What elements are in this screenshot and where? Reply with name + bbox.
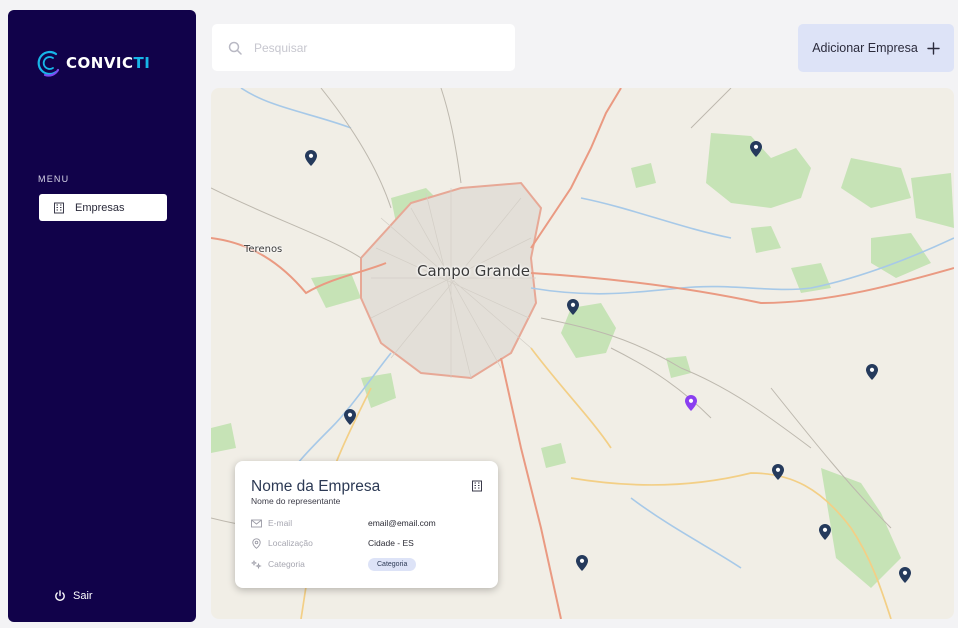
company-marker[interactable] (344, 409, 356, 425)
category-label: Categoria (268, 559, 305, 569)
email-value: email@email.com (368, 518, 436, 528)
logo-icon (37, 50, 60, 77)
location-pin-icon (251, 537, 262, 549)
add-company-label: Adicionar Empresa (812, 41, 918, 55)
company-marker[interactable] (819, 524, 831, 540)
mail-icon (251, 518, 262, 529)
building-icon (53, 202, 65, 214)
power-icon (54, 590, 66, 602)
email-label: E-mail (268, 518, 293, 528)
plus-icon (927, 41, 940, 55)
logo-text-accent: TI (133, 54, 151, 72)
logout-label: Sair (73, 590, 93, 602)
logo: CONVICTI (36, 48, 150, 78)
company-marker[interactable] (305, 150, 317, 166)
company-name: Nome da Empresa (251, 478, 381, 495)
search-box[interactable] (212, 24, 515, 71)
company-marker[interactable] (567, 299, 579, 315)
logout-button[interactable]: Sair (54, 590, 93, 602)
company-marker[interactable] (576, 555, 588, 571)
map-town-label: Terenos (244, 244, 283, 255)
company-marker[interactable] (899, 567, 911, 583)
sidebar: CONVICTI MENU Empresas Sair (8, 10, 196, 622)
add-company-button[interactable]: Adicionar Empresa (798, 24, 954, 72)
sidebar-item-label: Empresas (75, 201, 125, 214)
sidebar-item-empresas[interactable]: Empresas (39, 194, 167, 221)
company-marker[interactable] (750, 141, 762, 157)
location-label: Localização (268, 538, 313, 548)
category-badge: Categoria (368, 557, 417, 571)
building-icon[interactable] (471, 480, 483, 492)
map-city-label: Campo Grande (417, 262, 530, 280)
representative-name: Nome do representante (251, 496, 341, 506)
search-input[interactable] (252, 39, 496, 56)
category-icon (251, 559, 262, 570)
company-card[interactable]: Nome da Empresa Nome do representante E-… (235, 461, 498, 588)
location-row: Localização Cidade - ES (251, 536, 414, 550)
company-marker[interactable] (866, 364, 878, 380)
company-marker[interactable] (772, 464, 784, 480)
email-row: E-mail email@email.com (251, 516, 436, 530)
company-marker-selected[interactable] (685, 395, 697, 411)
search-icon (228, 41, 242, 55)
category-row: Categoria Categoria (251, 557, 417, 571)
logo-text: CONVIC (66, 54, 134, 72)
menu-label: MENU (38, 174, 70, 184)
location-value: Cidade - ES (368, 538, 414, 548)
